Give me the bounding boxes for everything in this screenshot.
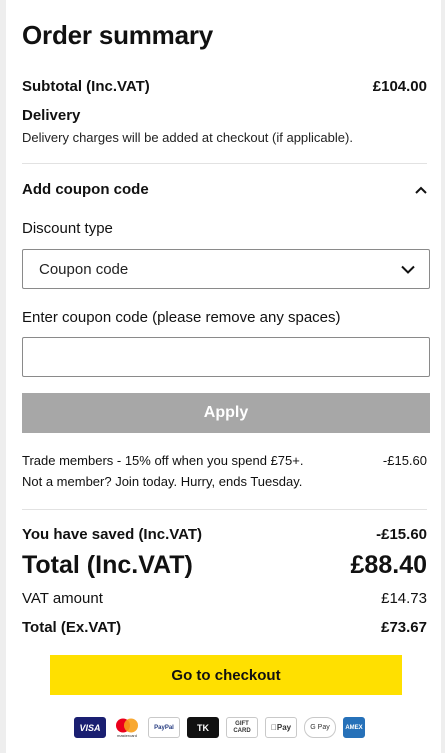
subtotal-row: Subtotal (Inc.VAT) £104.00 xyxy=(22,78,427,95)
discount-type-value: Coupon code xyxy=(39,260,129,278)
ex-vat-value: £73.67 xyxy=(381,619,427,636)
amex-icon: AMEX xyxy=(343,717,365,738)
mastercard-label: mastercard xyxy=(116,732,137,738)
total-label: Total (Inc.VAT) xyxy=(22,551,193,579)
vat-label: VAT amount xyxy=(22,590,103,607)
gift-card-icon: GIFT CARD xyxy=(226,717,258,738)
page-title: Order summary xyxy=(22,20,214,50)
vat-row: VAT amount £14.73 xyxy=(22,590,427,607)
total-row: Total (Inc.VAT) £88.40 xyxy=(22,551,427,580)
saved-label: You have saved (Inc.VAT) xyxy=(22,526,203,543)
vat-value: £14.73 xyxy=(381,590,427,607)
divider xyxy=(22,163,427,164)
total-value: £88.40 xyxy=(350,551,427,579)
chevron-up-icon xyxy=(415,186,427,194)
ex-vat-row: Total (Ex.VAT) £73.67 xyxy=(22,619,427,636)
coupon-toggle[interactable]: Add coupon code xyxy=(22,181,427,198)
mastercard-icon: mastercard xyxy=(113,717,141,738)
saved-value: -£15.60 xyxy=(376,526,427,543)
promo-line-2: Not a member? Join today. Hurry, ends Tu… xyxy=(22,474,303,489)
order-summary-panel: Order summary Subtotal (Inc.VAT) £104.00… xyxy=(6,0,441,753)
payment-methods: VISA mastercard PayPal TK GIFT CARD Pay… xyxy=(74,717,365,738)
visa-icon: VISA xyxy=(74,717,106,738)
tk-icon: TK xyxy=(187,717,219,738)
coupon-code-input[interactable] xyxy=(22,337,430,377)
trade-promo: Trade members - 15% off when you spend £… xyxy=(22,450,427,492)
apply-button[interactable]: Apply xyxy=(22,393,430,433)
discount-type-select[interactable]: Coupon code xyxy=(22,249,430,289)
subtotal-value: £104.00 xyxy=(372,78,427,95)
discount-type-label: Discount type xyxy=(22,220,113,237)
delivery-label: Delivery xyxy=(22,107,81,124)
saved-row: You have saved (Inc.VAT) -£15.60 xyxy=(22,526,427,543)
chevron-down-icon xyxy=(401,265,415,274)
paypal-icon: PayPal xyxy=(148,717,180,738)
google-pay-icon: G Pay xyxy=(304,717,336,738)
promo-amount: -£15.60 xyxy=(382,453,427,468)
apple-pay-label: Pay xyxy=(273,723,291,732)
ex-vat-label: Total (Ex.VAT) xyxy=(22,619,122,636)
coupon-heading: Add coupon code xyxy=(22,181,149,198)
delivery-note: Delivery charges will be added at checko… xyxy=(22,130,353,145)
subtotal-label: Subtotal (Inc.VAT) xyxy=(22,78,150,95)
checkout-button[interactable]: Go to checkout xyxy=(50,655,402,695)
promo-line-1: Trade members - 15% off when you spend £… xyxy=(22,453,304,468)
apple-pay-icon: Pay xyxy=(265,717,297,738)
divider xyxy=(22,509,427,510)
coupon-code-label: Enter coupon code (please remove any spa… xyxy=(22,309,341,326)
